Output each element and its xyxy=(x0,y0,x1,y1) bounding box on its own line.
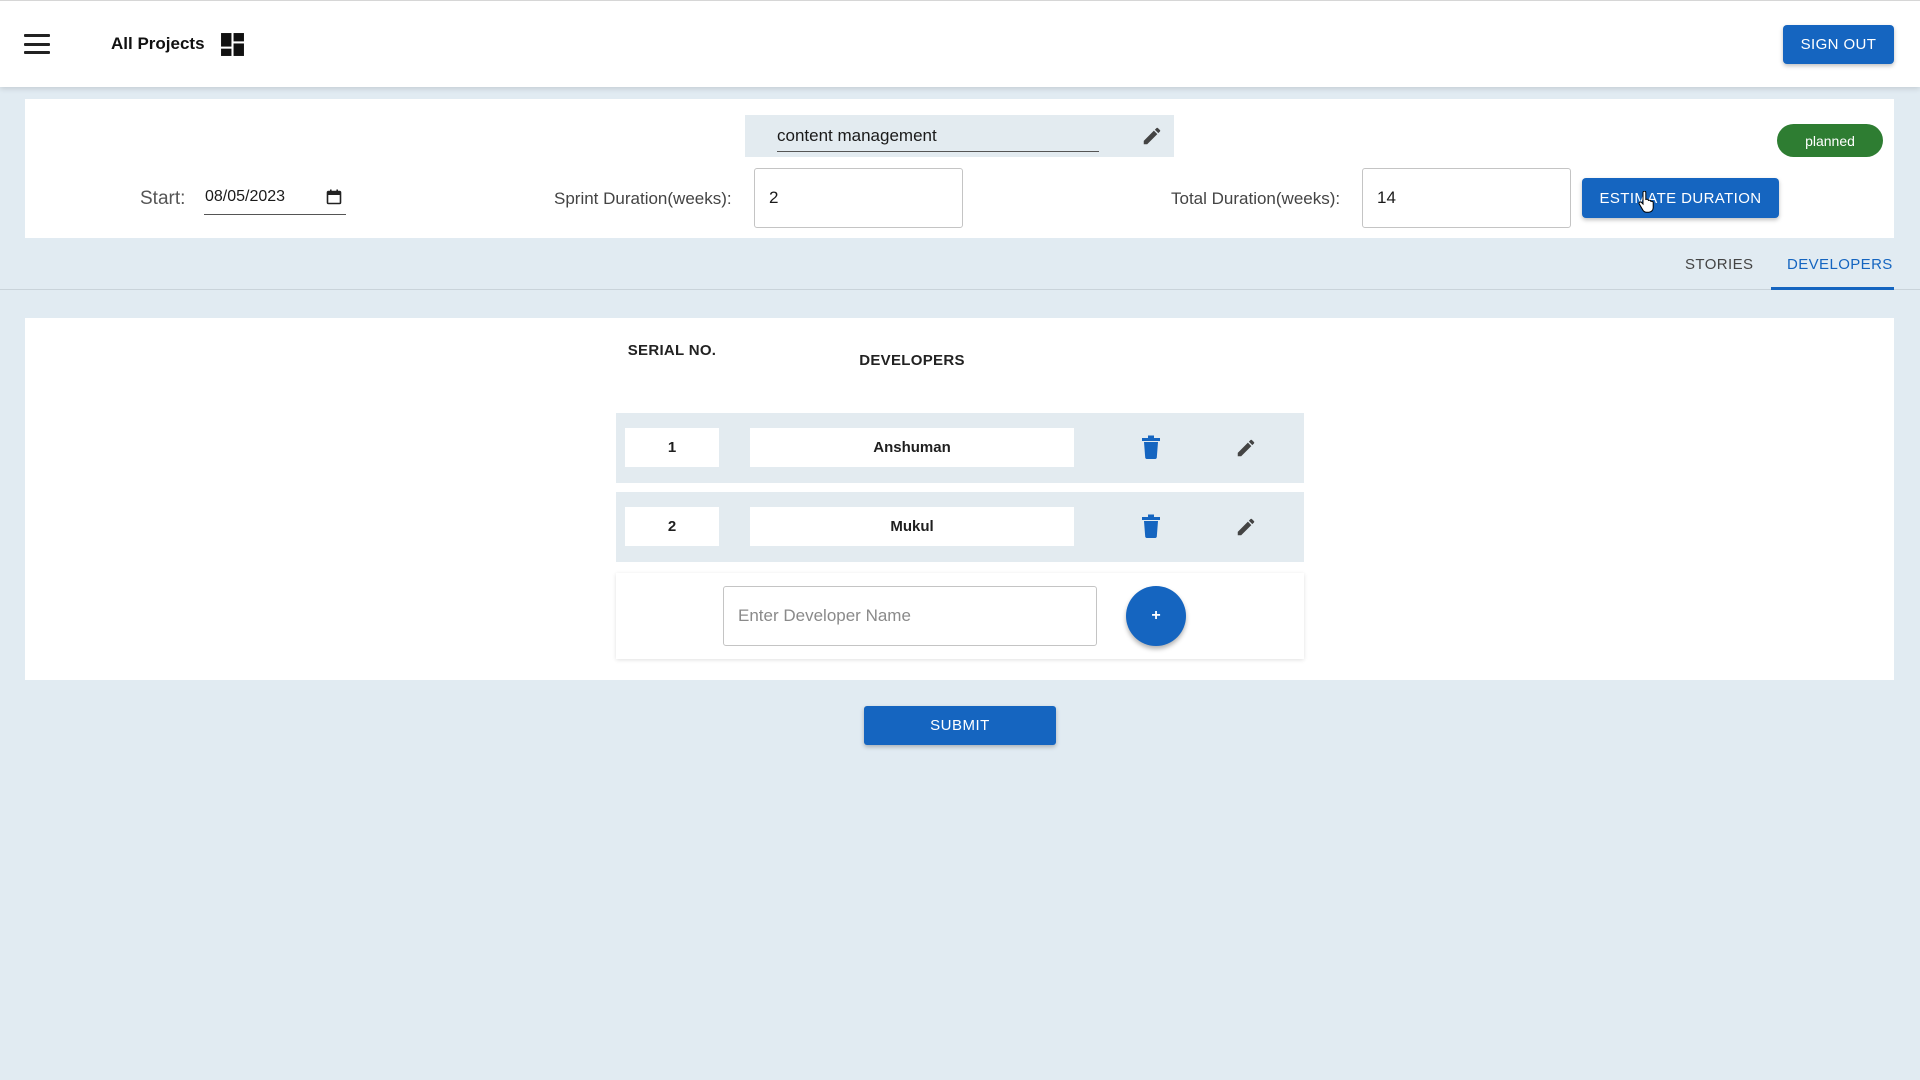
pencil-icon[interactable] xyxy=(1141,125,1163,147)
estimate-duration-button[interactable]: ESTIMATE DURATION xyxy=(1582,178,1779,218)
project-name-field[interactable]: content management xyxy=(745,115,1174,157)
developer-name: Mukul xyxy=(750,507,1074,546)
calendar-icon[interactable] xyxy=(326,189,342,205)
status-badge: planned xyxy=(1777,124,1883,157)
tab-developers[interactable]: DEVELOPERS xyxy=(1775,256,1905,289)
start-date-value: 08/05/2023 xyxy=(205,188,286,205)
submit-button[interactable]: SUBMIT xyxy=(864,706,1056,745)
trash-icon[interactable] xyxy=(1141,435,1161,459)
sprint-duration-label: Sprint Duration(weeks): xyxy=(554,189,732,208)
serial-column-header: SERIAL NO. xyxy=(627,342,717,359)
start-date-input[interactable]: 08/05/2023 xyxy=(204,183,346,215)
developer-serial: 1 xyxy=(625,428,719,467)
developer-row: 2 Mukul xyxy=(616,492,1304,562)
developer-name: Anshuman xyxy=(750,428,1074,467)
developers-column-header: DEVELOPERS xyxy=(859,352,965,369)
pencil-icon[interactable] xyxy=(1235,437,1257,459)
hand-cursor-icon xyxy=(1638,191,1654,213)
menu-line xyxy=(24,51,50,54)
sign-out-button[interactable]: SIGN OUT xyxy=(1783,25,1894,64)
trash-icon[interactable] xyxy=(1141,514,1161,538)
developer-row: 1 Anshuman xyxy=(616,413,1304,483)
developer-serial: 2 xyxy=(625,507,719,546)
tabs-divider xyxy=(0,289,1920,290)
sprint-duration-input[interactable] xyxy=(754,168,963,228)
dashboard-icon[interactable] xyxy=(220,32,245,57)
total-duration-label: Total Duration(weeks): xyxy=(1171,189,1341,208)
add-developer-button[interactable]: + xyxy=(1126,586,1186,646)
menu-line xyxy=(24,42,50,46)
top-app-bar: All Projects SIGN OUT xyxy=(0,0,1920,87)
menu-line xyxy=(24,34,50,37)
hamburger-menu-icon[interactable] xyxy=(20,29,54,59)
project-name-text: content management xyxy=(777,126,937,145)
pencil-icon[interactable] xyxy=(1235,516,1257,538)
active-tab-indicator xyxy=(1771,287,1894,290)
project-name-underline xyxy=(777,151,1099,152)
developer-name-input[interactable] xyxy=(723,586,1097,646)
start-date-label: Start: xyxy=(140,188,186,209)
tab-stories[interactable]: STORIES xyxy=(1673,256,1765,289)
all-projects-link[interactable]: All Projects xyxy=(111,34,205,54)
total-duration-input[interactable] xyxy=(1362,168,1571,228)
